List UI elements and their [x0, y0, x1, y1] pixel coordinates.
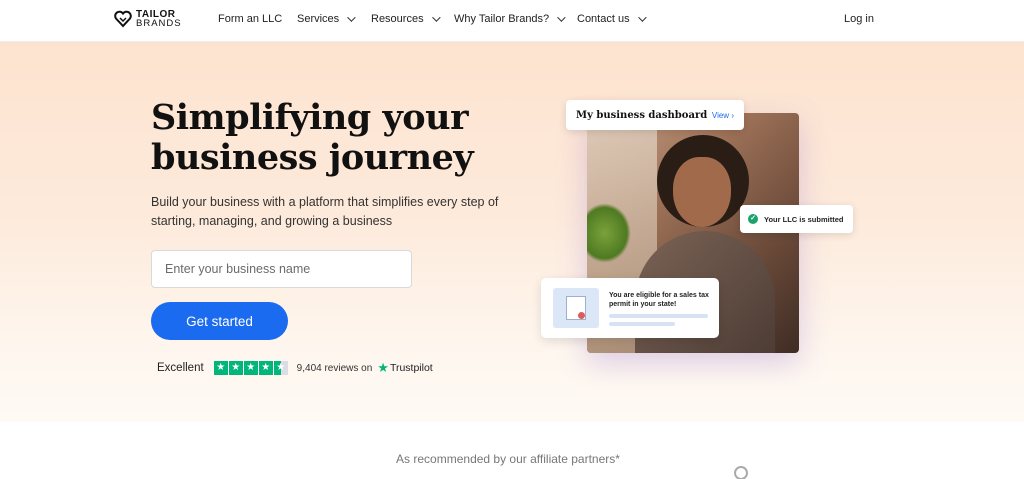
nav-item-label: Resources [371, 13, 424, 25]
dashboard-card[interactable]: My business dashboard View › [566, 100, 744, 130]
top-navigation: TAILOR BRANDS Form an LLC Services Resou… [0, 0, 1024, 42]
trustpilot-wordmark: Trustpilot [389, 362, 433, 374]
certificate-icon [553, 288, 599, 328]
llc-status-card: ✓ Your LLC is submitted [740, 205, 853, 233]
nav-item-label: Services [297, 13, 340, 25]
nav-item-why-tailor-brands[interactable]: Why Tailor Brands? [454, 13, 566, 25]
nav-item-form-llc[interactable]: Form an LLC [218, 13, 282, 25]
llc-status-text: Your LLC is submitted [764, 214, 844, 224]
star-icon: ★ [258, 361, 273, 375]
chevron-down-icon [557, 13, 566, 22]
check-icon: ✓ [748, 214, 758, 224]
headline-line-1: Simplifying your [151, 97, 469, 138]
headline-line-2: business journey [151, 137, 474, 178]
chevron-down-icon [431, 13, 441, 22]
hero-headline: Simplifying your business journey [151, 97, 474, 178]
partners-heading: As recommended by our affiliate partners… [396, 452, 620, 466]
brand-line2: BRANDS [136, 18, 182, 29]
nav-item-services[interactable]: Services [297, 13, 356, 25]
chevron-down-icon [637, 13, 647, 22]
nav-item-label: Form an LLC [218, 13, 283, 25]
view-label: View [711, 110, 730, 120]
rating-label: Excellent [157, 362, 204, 374]
chevron-down-icon [347, 13, 356, 22]
trustpilot-star-icon: ★ [377, 360, 389, 375]
business-name-input[interactable] [151, 250, 412, 288]
permit-text: You are eligible for a sales tax permit … [609, 292, 709, 308]
nav-item-contact-us[interactable]: Contact us [577, 13, 647, 25]
chevron-right-icon: › [731, 110, 734, 120]
rating-stars: ★ ★ ★ ★ ★ [213, 361, 289, 375]
nav-item-label: Why Tailor Brands? [454, 13, 550, 25]
dashboard-title: My business dashboard [576, 109, 708, 121]
brand-wordmark: TAILOR BRANDS [136, 10, 182, 29]
get-started-button[interactable]: Get started [151, 302, 288, 340]
brand-logo[interactable]: TAILOR BRANDS [113, 9, 182, 29]
partner-logo-icon [734, 466, 748, 479]
hero-subtext: Build your business with a platform that… [151, 195, 499, 228]
nav-item-label: Contact us [577, 13, 630, 25]
nav-item-resources[interactable]: Resources [371, 13, 441, 25]
person-face [673, 157, 731, 227]
placeholder-line [609, 322, 675, 326]
star-icon: ★ [228, 361, 243, 375]
plant-icon [587, 203, 631, 263]
heart-logo-icon [114, 10, 132, 28]
half-star-icon: ★ [273, 361, 288, 375]
review-count: 9,404 reviews on [296, 362, 373, 374]
dashboard-view-link[interactable]: View › [712, 111, 734, 120]
star-icon: ★ [243, 361, 258, 375]
trustpilot-logo: ★ Trustpilot [377, 360, 432, 376]
permit-card: You are eligible for a sales tax permit … [541, 278, 719, 338]
trustpilot-rating[interactable]: Excellent ★ ★ ★ ★ ★ 9,404 reviews on ★ T… [157, 360, 433, 376]
login-link[interactable]: Log in [844, 13, 874, 25]
placeholder-line [609, 314, 708, 318]
star-icon: ★ [213, 361, 228, 375]
seal-shape [578, 312, 585, 319]
